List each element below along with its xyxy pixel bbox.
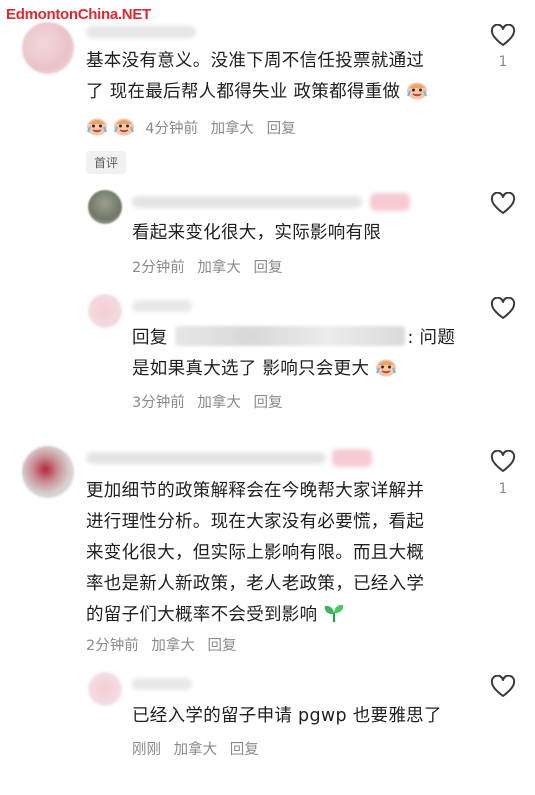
comment-location: 加拿大 xyxy=(197,395,241,411)
comment-text-line: 进行理性分析。现在大家没有必要慌，看起 xyxy=(86,512,425,532)
comment-meta: 3分钟前 加拿大 回复 xyxy=(132,391,290,412)
comment-text: 的留子们大概率不会受到影响 xyxy=(86,605,318,625)
like-count: 1 xyxy=(498,54,508,70)
crying-laughing-emoji-icon xyxy=(113,118,134,136)
like-count: 1 xyxy=(498,481,508,497)
comment-time: 3分钟前 xyxy=(132,395,185,411)
reply-button[interactable]: 回复 xyxy=(253,260,282,276)
comment-time: 4分钟前 xyxy=(145,121,198,137)
crying-laughing-emoji-icon xyxy=(376,359,397,377)
comment-text: : 问题 xyxy=(407,328,456,348)
avatar[interactable] xyxy=(22,22,74,74)
comment-time: 2分钟前 xyxy=(132,260,185,276)
comment-text-line: 了 现在最后帮人都得失业 政策都得重做 xyxy=(86,77,428,108)
comment-text-line: 已经入学的留子申请 pgwp 也要雅思了 xyxy=(132,706,442,726)
comment-time: 2分钟前 xyxy=(86,638,139,654)
crying-laughing-emoji-icon xyxy=(407,82,428,100)
username-blurred[interactable] xyxy=(86,26,196,38)
comment-text-line: 回复 : 问题 xyxy=(132,323,455,354)
reply-button[interactable]: 回复 xyxy=(253,395,282,411)
comment-location: 加拿大 xyxy=(210,121,255,137)
comment-text-line: 的留子们大概率不会受到影响 xyxy=(86,600,345,631)
comment-meta: 刚刚 加拿大 回复 xyxy=(132,738,267,759)
first-comment-badge: 首评 xyxy=(86,151,127,174)
comment-meta: 2分钟前 加拿大 回复 xyxy=(86,634,244,655)
like-heart-icon[interactable] xyxy=(490,297,516,321)
avatar[interactable] xyxy=(88,294,122,328)
badge-blurred xyxy=(332,449,372,467)
comment-text-line: 是如果真大选了 影响只会更大 xyxy=(132,354,397,385)
comment-location: 加拿大 xyxy=(197,260,241,276)
username-blurred[interactable] xyxy=(86,452,326,464)
seedling-emoji-icon xyxy=(325,604,344,622)
like-heart-icon[interactable] xyxy=(490,450,516,474)
comment-text-line: 看起来变化很大，实际影响有限 xyxy=(132,223,382,243)
badge-blurred xyxy=(370,193,410,211)
comment-location: 加拿大 xyxy=(173,742,218,758)
comment-text-line: 率也是新人新政策，老人老政策，已经入学 xyxy=(86,574,425,594)
crying-laughing-emoji-icon xyxy=(87,118,107,136)
username-blurred[interactable] xyxy=(132,678,192,690)
reply-prefix: 回复 xyxy=(132,328,168,348)
like-heart-icon[interactable] xyxy=(490,192,516,216)
reply-button[interactable]: 回复 xyxy=(230,742,259,758)
comment-text: 是如果真大选了 影响只会更大 xyxy=(132,359,370,379)
mention-blurred[interactable] xyxy=(175,326,406,346)
username-blurred[interactable] xyxy=(132,300,192,312)
comment-time: 刚刚 xyxy=(132,742,161,758)
reply-button[interactable]: 回复 xyxy=(267,121,296,137)
site-watermark: EdmontonChina.NET xyxy=(6,6,151,23)
comment-meta: 2分钟前 加拿大 回复 xyxy=(132,256,290,277)
avatar[interactable] xyxy=(22,446,74,498)
comment-text-line: 来变化很大，但实际上影响有限。而且大概 xyxy=(86,543,425,563)
avatar[interactable] xyxy=(88,672,122,706)
like-heart-icon[interactable] xyxy=(490,675,516,699)
comment-meta: 4分钟前 加拿大 回复 xyxy=(86,116,304,138)
comment-text-line: 更加细节的政策解释会在今晚帮大家详解并 xyxy=(86,481,425,501)
username-blurred[interactable] xyxy=(132,196,362,208)
comment-text-line: 基本没有意义。没准下周不信任投票就通过 xyxy=(86,51,425,71)
like-heart-icon[interactable] xyxy=(490,24,516,48)
comment-text: 了 现在最后帮人都得失业 政策都得重做 xyxy=(86,82,401,102)
avatar[interactable] xyxy=(88,190,122,224)
reply-button[interactable]: 回复 xyxy=(207,638,236,654)
comment-location: 加拿大 xyxy=(151,638,195,654)
